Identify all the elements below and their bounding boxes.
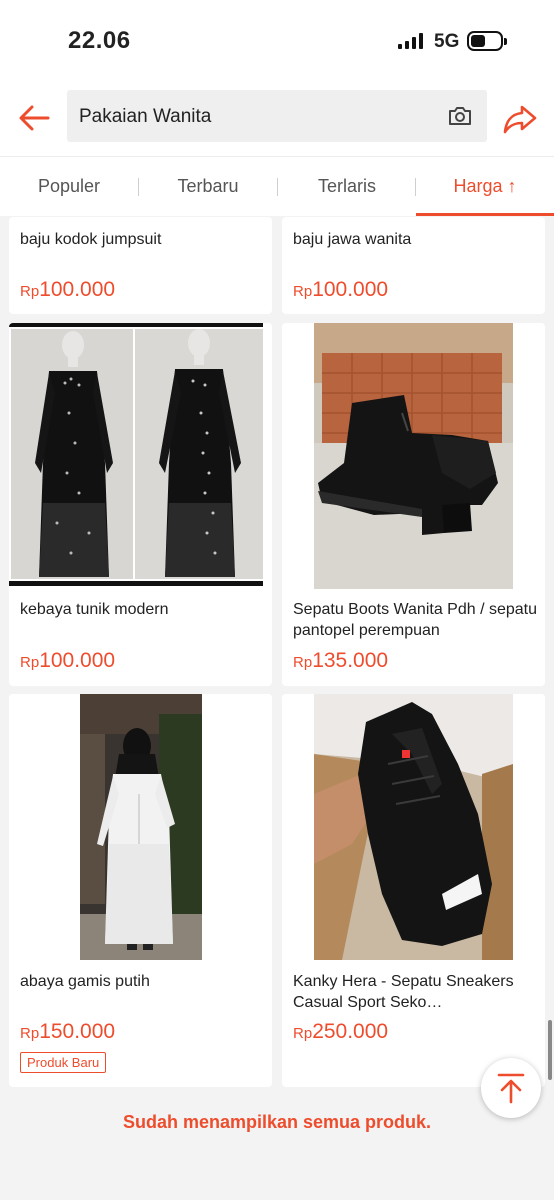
product-image-boots bbox=[282, 323, 545, 589]
product-name: baju kodok jumpsuit bbox=[20, 231, 162, 248]
product-image-abaya bbox=[9, 694, 272, 960]
search-header: Pakaian Wanita bbox=[0, 84, 554, 156]
tab-terlaris[interactable]: Terlaris bbox=[278, 157, 416, 215]
tab-populer[interactable]: Populer bbox=[0, 157, 138, 215]
status-bar: 22.06 5G bbox=[0, 0, 554, 84]
signal-icon bbox=[398, 33, 423, 49]
product-name: abaya gamis putih bbox=[20, 973, 150, 990]
product-price: Rp135.000 bbox=[293, 649, 389, 672]
tab-harga[interactable]: Harga ↑ bbox=[416, 157, 554, 215]
product-card[interactable]: Sepatu Boots Wanita Pdh / sepatu pantope… bbox=[282, 323, 545, 686]
product-card[interactable]: abaya gamis putih Rp150.000 Produk Baru bbox=[9, 694, 272, 1087]
tab-terbaru[interactable]: Terbaru bbox=[139, 157, 277, 215]
scroll-to-top-icon bbox=[497, 1073, 525, 1104]
camera-icon[interactable] bbox=[447, 103, 473, 129]
battery-icon bbox=[467, 31, 507, 51]
new-product-badge: Produk Baru bbox=[20, 1052, 107, 1073]
product-price: Rp150.000 bbox=[20, 1020, 116, 1043]
sort-tabs: Populer Terbaru Terlaris Harga ↑ bbox=[0, 156, 554, 216]
product-card[interactable]: Kanky Hera - Sepatu Sneakers Casual Spor… bbox=[282, 694, 545, 1087]
product-image-sneakers bbox=[282, 694, 545, 960]
product-price: Rp250.000 bbox=[293, 1020, 389, 1043]
active-tab-indicator bbox=[416, 213, 554, 216]
product-card[interactable]: kebaya tunik modern Rp100.000 bbox=[9, 323, 272, 686]
product-name: Kanky Hera - Sepatu Sneakers Casual Spor… bbox=[293, 973, 514, 1011]
search-query: Pakaian Wanita bbox=[79, 106, 212, 127]
end-of-results-message: Sudah menampilkan semua produk. bbox=[122, 1112, 432, 1132]
product-name: kebaya tunik modern bbox=[20, 601, 169, 618]
back-arrow-icon[interactable] bbox=[14, 98, 54, 138]
network-type: 5G bbox=[434, 31, 460, 52]
share-icon[interactable] bbox=[500, 98, 540, 138]
product-price: Rp100.000 bbox=[20, 278, 116, 301]
product-price: Rp100.000 bbox=[293, 278, 389, 301]
scroll-to-top-button[interactable] bbox=[481, 1058, 541, 1118]
product-price: Rp100.000 bbox=[20, 649, 116, 672]
product-name: baju jawa wanita bbox=[293, 231, 412, 248]
product-image-kebaya bbox=[9, 323, 272, 589]
search-input[interactable]: Pakaian Wanita bbox=[67, 90, 487, 142]
scrollbar[interactable] bbox=[548, 1020, 552, 1080]
product-card[interactable]: baju jawa wanita Rp100.000 bbox=[282, 217, 545, 314]
status-time: 22.06 bbox=[68, 27, 131, 54]
product-card[interactable]: baju kodok jumpsuit Rp100.000 bbox=[9, 217, 272, 314]
product-name: Sepatu Boots Wanita Pdh / sepatu pantope… bbox=[293, 601, 537, 639]
